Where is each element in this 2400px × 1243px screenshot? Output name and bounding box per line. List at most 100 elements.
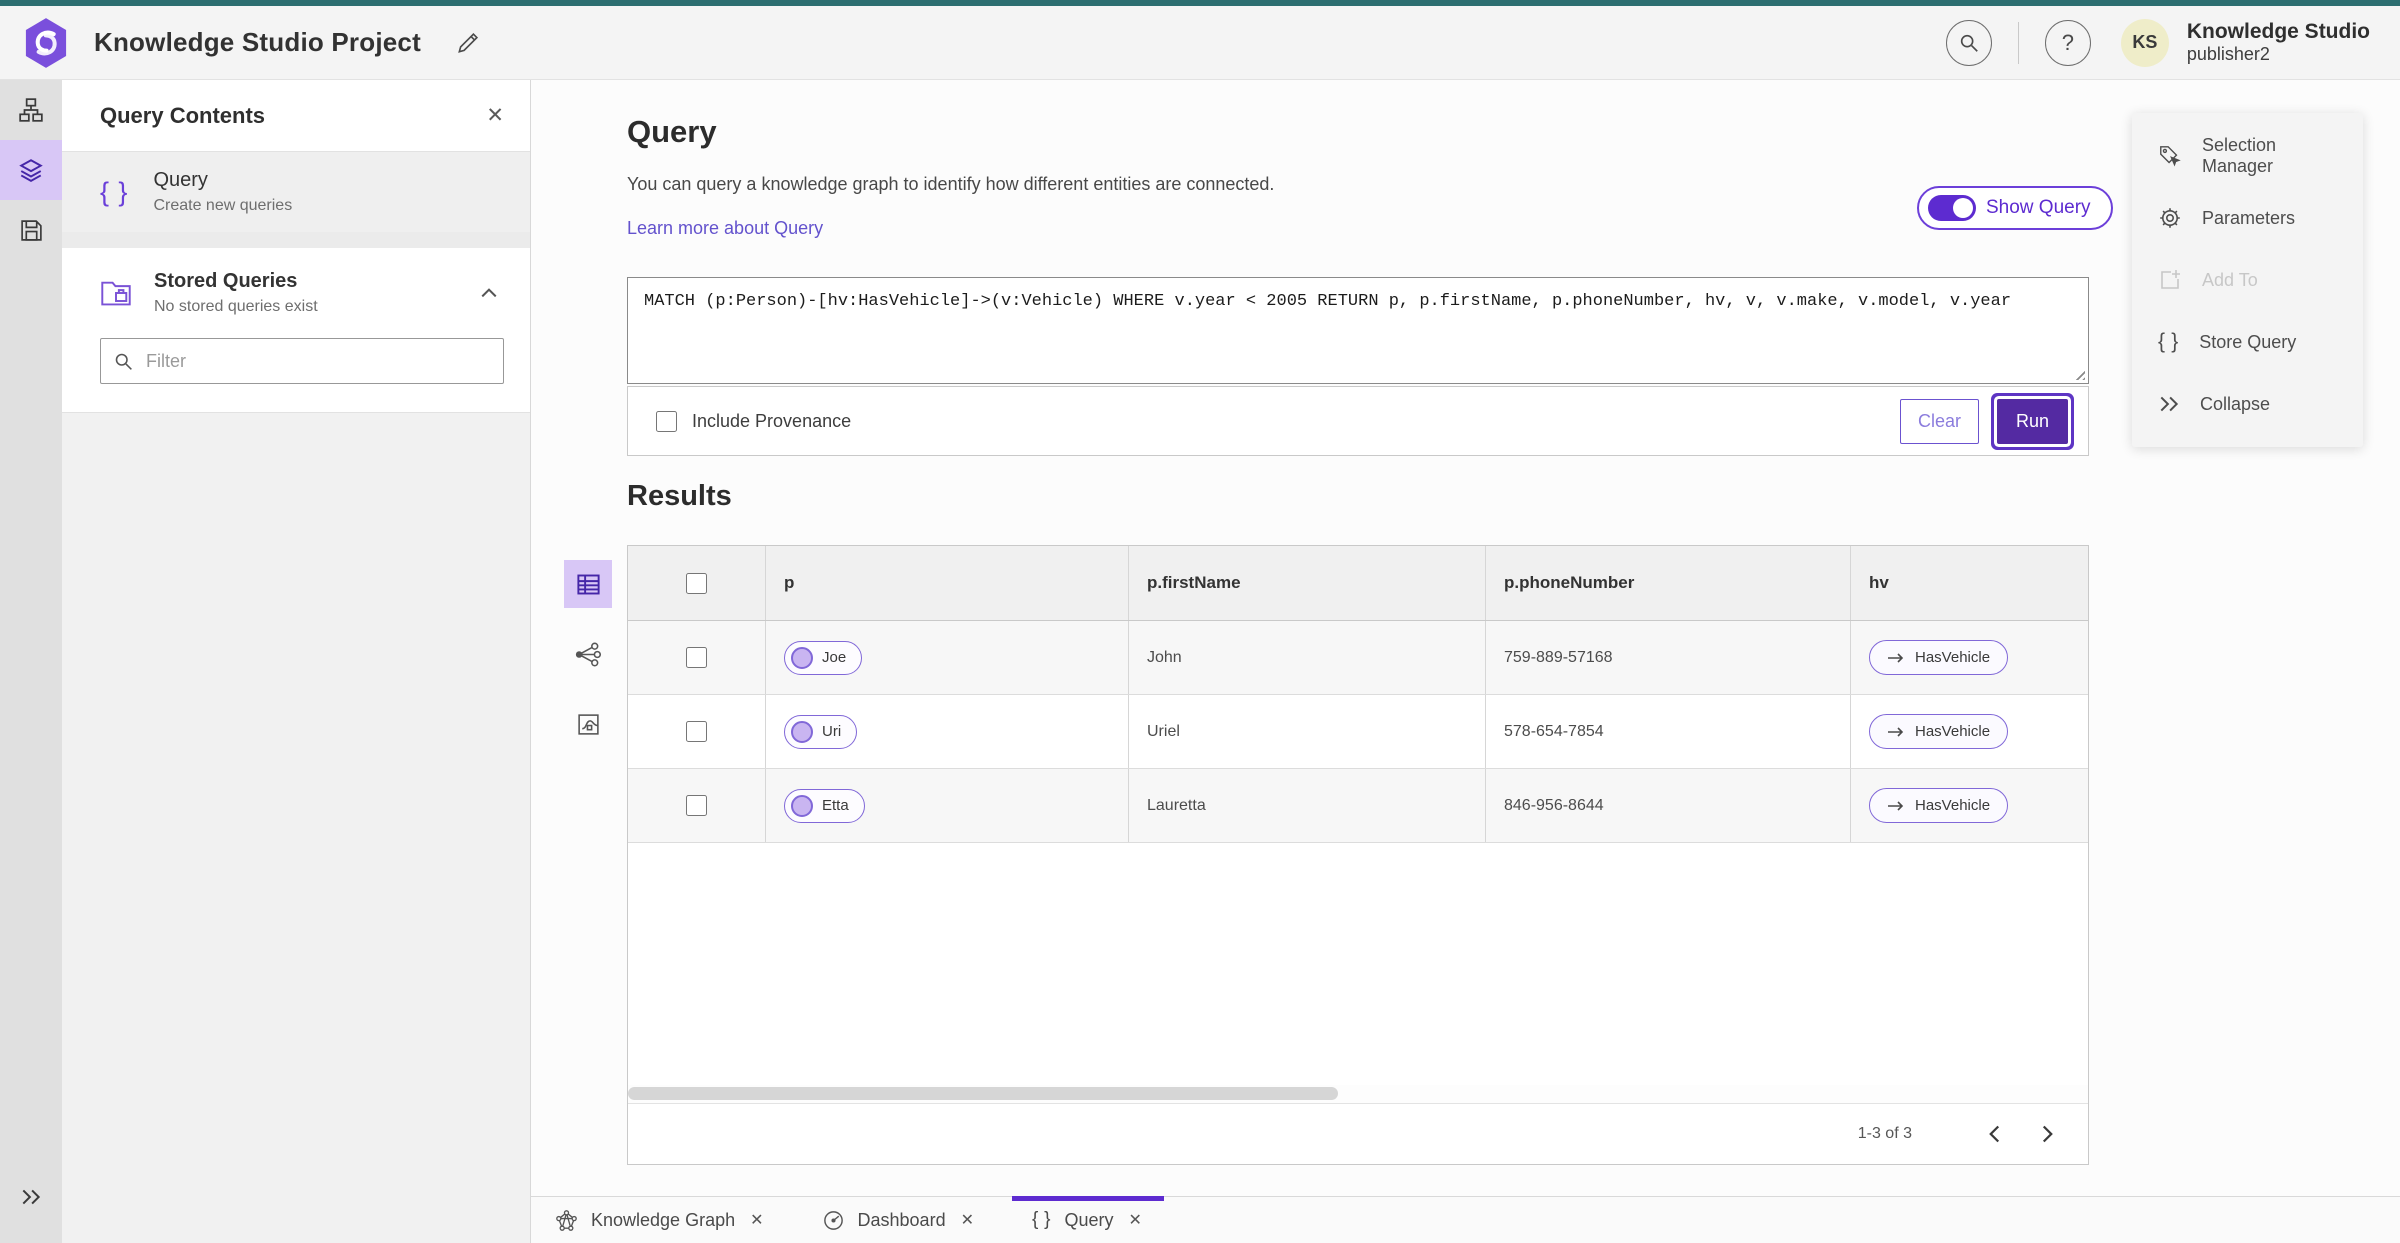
select-all-checkbox[interactable] (686, 572, 707, 594)
tool-add-to: Add To (2132, 249, 2363, 311)
edge-pill[interactable]: HasVehicle (1869, 640, 2009, 675)
bottom-tab-bar: Knowledge Graph ✕ Dashboard ✕ { } Query … (531, 1196, 2400, 1243)
show-query-toggle[interactable]: Show Query (1917, 186, 2113, 230)
table-view-button[interactable] (564, 560, 612, 608)
tool-parameters[interactable]: Parameters (2132, 187, 2363, 249)
toggle-on-icon (1928, 195, 1976, 221)
close-icon[interactable]: ✕ (1127, 1208, 1144, 1232)
table-view-icon (575, 571, 602, 598)
learn-more-link[interactable]: Learn more about Query (627, 218, 823, 239)
add-to-icon (2158, 268, 2182, 292)
panel-header: Query Contents ✕ (62, 80, 530, 152)
selection-manager-icon (2158, 144, 2182, 168)
filter-field (100, 338, 504, 384)
show-query-label: Show Query (1986, 197, 2091, 218)
left-icon-rail (0, 80, 62, 1243)
node-icon (791, 794, 813, 817)
edge-label: HasVehicle (1915, 723, 1991, 740)
tab-label: Dashboard (857, 1209, 946, 1230)
include-provenance-checkbox[interactable] (656, 410, 677, 432)
edge-label: HasVehicle (1915, 797, 1991, 814)
chart-view-icon (576, 712, 601, 737)
table-row: Joe John 759-889-57168 HasVehicle (628, 621, 2088, 695)
tool-collapse[interactable]: Collapse (2132, 373, 2363, 435)
results-title: Results (627, 480, 732, 512)
run-button[interactable]: Run (1996, 398, 2068, 444)
header-checkbox-cell (628, 546, 766, 620)
tab-query[interactable]: { } Query ✕ (1011, 1196, 1164, 1243)
filter-input[interactable] (146, 350, 491, 372)
scrollbar-thumb[interactable] (628, 1087, 1338, 1100)
close-icon[interactable]: ✕ (748, 1208, 765, 1232)
rail-item-data-model[interactable] (0, 80, 62, 140)
column-header-phonenumber[interactable]: p.phoneNumber (1486, 546, 1851, 620)
node-label: Uri (822, 723, 842, 740)
app-logo-icon (22, 17, 70, 69)
previous-page-button[interactable] (1980, 1116, 2009, 1152)
tool-label: Store Query (2199, 331, 2297, 352)
search-button[interactable] (1945, 19, 1992, 66)
chevron-right-icon (2041, 1124, 2054, 1144)
table-row: Etta Lauretta 846-956-8644 HasVehicle (628, 769, 2088, 843)
rail-item-saved[interactable] (0, 200, 62, 260)
cell-firstname: John (1147, 648, 1182, 666)
header-divider (2017, 21, 2019, 64)
result-view-switcher (564, 560, 612, 770)
braces-icon: { } (1031, 1209, 1052, 1230)
edge-pill[interactable]: HasVehicle (1869, 714, 2009, 749)
edge-pill[interactable]: HasVehicle (1869, 788, 2009, 823)
table-header-row: p p.firstName p.phoneNumber hv (628, 546, 2088, 621)
panel-close-button[interactable]: ✕ (486, 103, 504, 128)
edit-title-button[interactable] (455, 30, 481, 56)
save-icon (19, 218, 44, 243)
query-list-item[interactable]: { } Query Create new queries (62, 152, 530, 232)
column-header-p[interactable]: p (766, 546, 1129, 620)
help-button[interactable]: ? (2044, 19, 2091, 66)
dashboard-icon (822, 1209, 845, 1232)
tab-label: Query (1064, 1209, 1114, 1230)
rail-item-query[interactable] (0, 140, 62, 200)
cell-firstname: Lauretta (1147, 796, 1206, 814)
tab-knowledge-graph[interactable]: Knowledge Graph ✕ (539, 1197, 782, 1243)
query-text-input[interactable]: MATCH (p:Person)-[hv:HasVehicle]->(v:Veh… (627, 277, 2089, 384)
cell-phonenumber: 578-654-7854 (1504, 722, 1604, 740)
chart-view-button[interactable] (564, 700, 612, 748)
row-checkbox[interactable] (686, 721, 707, 742)
row-checkbox[interactable] (686, 795, 707, 816)
tool-label: Collapse (2200, 393, 2271, 414)
graph-view-button[interactable] (564, 630, 612, 678)
node-icon (791, 646, 813, 669)
page-title: Query (627, 114, 717, 149)
stored-queries-title: Stored Queries (154, 270, 298, 292)
search-icon (113, 351, 134, 372)
pencil-icon (455, 30, 481, 56)
query-item-texts: Query Create new queries (153, 169, 292, 215)
column-header-firstname[interactable]: p.firstName (1129, 546, 1486, 620)
node-pill[interactable]: Uri (784, 714, 858, 749)
tool-selection-manager[interactable]: Selection Manager (2132, 125, 2363, 187)
tool-store-query[interactable]: { } Store Query (2132, 311, 2363, 373)
query-description: You can query a knowledge graph to ident… (627, 174, 1275, 194)
next-page-button[interactable] (2033, 1116, 2062, 1152)
stored-queries-header[interactable]: Stored Queries No stored queries exist (100, 270, 504, 316)
query-editor-footer: Include Provenance Clear Run (627, 386, 2089, 456)
graph-view-icon (575, 642, 602, 667)
tab-dashboard[interactable]: Dashboard ✕ (806, 1197, 992, 1243)
cell-phonenumber: 759-889-57168 (1504, 648, 1613, 666)
collapse-section-button[interactable] (474, 281, 504, 305)
avatar[interactable]: KS (2120, 18, 2169, 67)
braces-icon: { } (2158, 330, 2180, 353)
query-contents-panel: Query Contents ✕ { } Query Create new qu… (62, 80, 531, 1243)
tool-label: Add To (2202, 269, 2258, 290)
chevron-up-icon (480, 287, 498, 299)
clear-button[interactable]: Clear (1899, 398, 1979, 444)
row-checkbox[interactable] (686, 647, 707, 668)
node-pill[interactable]: Etta (784, 788, 865, 823)
panel-title: Query Contents (100, 102, 266, 128)
column-header-hv[interactable]: hv (1851, 546, 2088, 620)
node-pill[interactable]: Joe (784, 640, 863, 675)
expand-panel-button[interactable] (0, 1167, 62, 1227)
stored-queries-section: Stored Queries No stored queries exist (62, 248, 530, 413)
close-icon[interactable]: ✕ (959, 1208, 976, 1232)
panel-divider (62, 232, 530, 248)
